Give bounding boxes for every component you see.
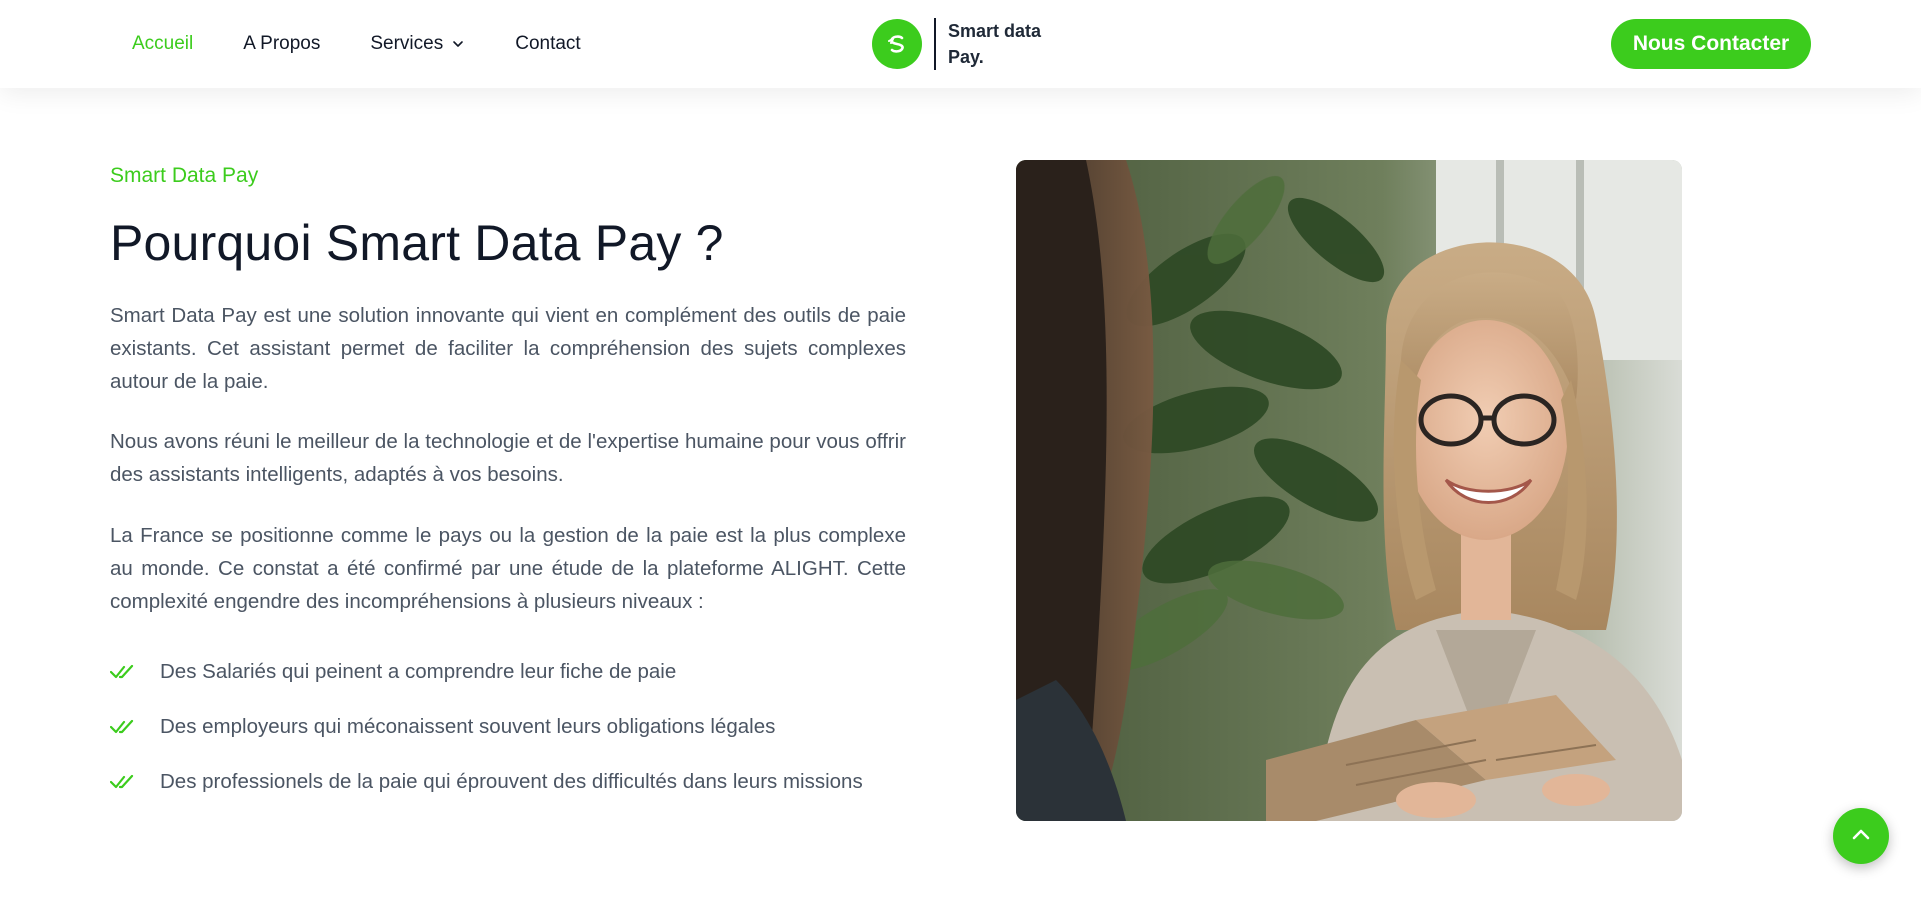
nav-item-accueil[interactable]: Accueil <box>132 33 193 55</box>
main-nav: Accueil A Propos Services Contact <box>132 0 631 88</box>
chevron-up-icon <box>1848 822 1874 851</box>
list-item: Des Salariés qui peinent a comprendre le… <box>110 644 930 699</box>
contact-us-button[interactable]: Nous Contacter <box>1611 19 1811 69</box>
list-item: Des employeurs qui méconaissent souvent … <box>110 699 930 754</box>
nav-item-contact[interactable]: Contact <box>515 33 580 55</box>
issues-list: Des Salariés qui peinent a comprendre le… <box>110 644 930 809</box>
intro-paragraph: Smart Data Pay est une solution innovant… <box>110 304 906 393</box>
nav-item-services[interactable]: Services <box>370 33 465 55</box>
smiling-woman-photo <box>1016 160 1682 821</box>
nav-item-a-propos[interactable]: A Propos <box>243 33 320 55</box>
brand-logo-link[interactable]: Smart data Pay. <box>872 18 1068 70</box>
section-title: Pourquoi Smart Data Pay ? <box>110 215 724 271</box>
double-check-icon <box>110 718 136 736</box>
list-item: Des professionels de la paie qui éprouve… <box>110 754 930 809</box>
nav-item-services-label: Services <box>370 33 444 54</box>
brand-divider <box>934 18 936 70</box>
list-item-text: Des Salariés qui peinent a comprendre le… <box>160 659 677 683</box>
double-check-icon <box>110 663 136 681</box>
list-item-text: Des professionels de la paie qui éprouve… <box>160 769 863 793</box>
list-item-text: Des employeurs qui méconaissent souvent … <box>160 714 776 738</box>
dollar-swirl-icon <box>872 19 922 69</box>
expertise-paragraph: Nous avons réuni le meilleur de la techn… <box>110 430 906 486</box>
double-check-icon <box>110 773 136 791</box>
chevron-down-icon <box>451 37 465 51</box>
complexity-paragraph: La France se positionne comme le pays ou… <box>110 524 906 613</box>
site-header: Accueil A Propos Services Contact Smart … <box>0 0 1921 88</box>
scroll-to-top-button[interactable] <box>1833 808 1889 864</box>
brand-name: Smart data Pay. <box>948 21 1042 67</box>
section-eyebrow: Smart Data Pay <box>110 164 259 187</box>
